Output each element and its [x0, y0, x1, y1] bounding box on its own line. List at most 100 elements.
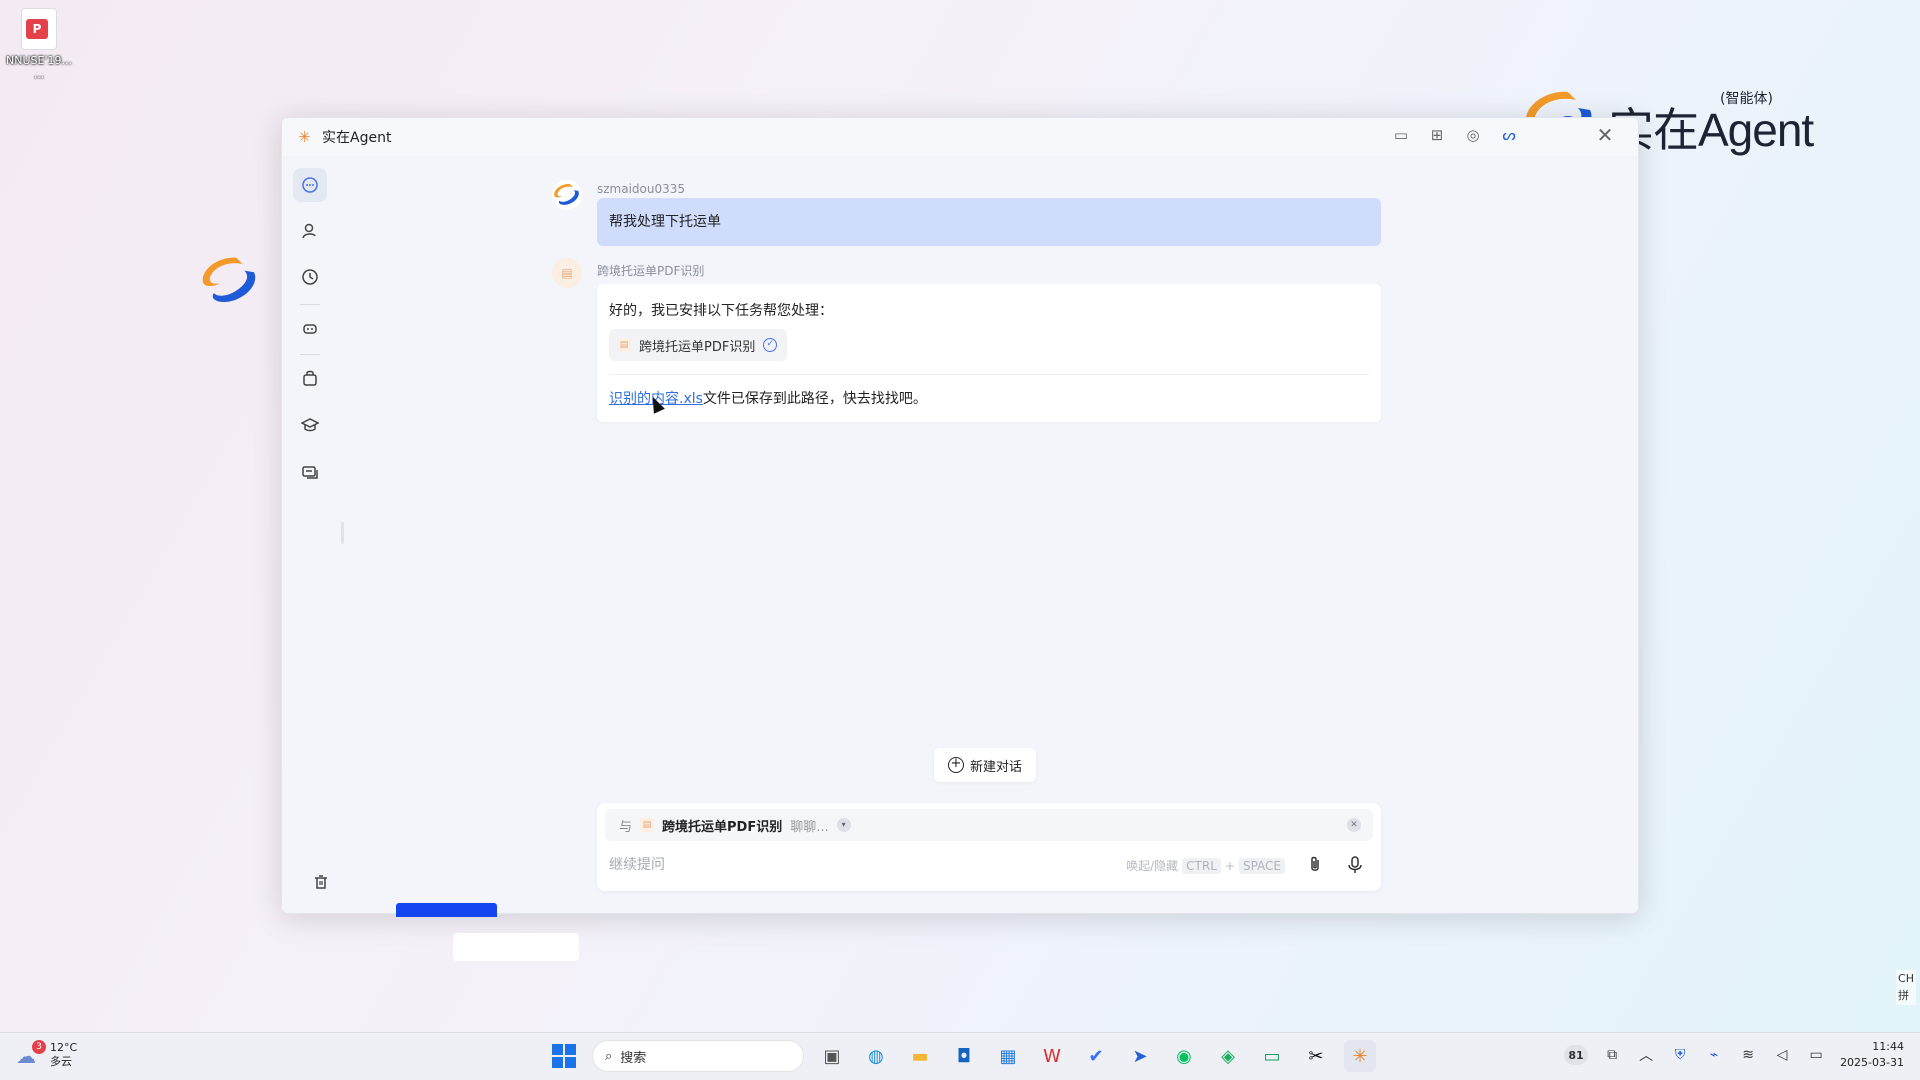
clock-date: 2025-03-31	[1840, 1056, 1904, 1069]
taskbar-apps: ⌕ 搜索 ▣ ◍ ▬ ◘ ▦ W ✔ ➤ ◉ ◈ ▭ ✂ ✳	[548, 1040, 1376, 1072]
wechat-icon[interactable]: ◉	[1168, 1040, 1200, 1072]
key-ctrl: CTRL	[1182, 857, 1221, 874]
weather-badge: 3	[32, 1040, 46, 1054]
new-chat-label: 新建对话	[970, 759, 1023, 775]
sidebar-item-store[interactable]	[293, 361, 327, 395]
ime-indicator[interactable]: CH 拼	[1896, 970, 1916, 1005]
monitor-icon[interactable]: ▭	[1392, 126, 1410, 144]
agent-doc-icon: ▤	[640, 818, 655, 832]
agent-intro-text: 好的，我已安排以下任务帮您处理：	[609, 303, 833, 319]
brand-swirl-icon	[554, 184, 579, 205]
sidebar-item-chat[interactable]	[293, 168, 327, 202]
composer: 与 ▤ 跨境托运单PDF识别 聊聊... ▾ ✕ 唤起/隐藏 CTRL + SP…	[597, 803, 1381, 891]
user-message-bubble: 帮我处理下托运单	[597, 198, 1381, 246]
bluetooth-icon[interactable]: ⌁	[1704, 1045, 1724, 1065]
file-saved-text: 文件已保存到此路径，快去找找吧。	[702, 391, 927, 407]
pdf-file-icon: P	[21, 8, 57, 50]
message-list-icon	[302, 466, 318, 479]
weather-desc: 多云	[50, 1055, 72, 1068]
pointer-app-icon[interactable]: ➤	[1124, 1040, 1156, 1072]
brand-mini-icon[interactable]: ᔕ	[1500, 126, 1518, 144]
search-icon: ⌕	[605, 1048, 613, 1064]
microphone-icon[interactable]	[1345, 855, 1365, 875]
sidebar-item-trash[interactable]	[304, 865, 338, 899]
task-doc-icon: ▤	[617, 338, 631, 352]
panel-resize-handle[interactable]	[341, 522, 344, 544]
weather-temp: 12°C	[50, 1041, 78, 1054]
desktop-file-pdf[interactable]: P NNUSE'19... ...	[6, 8, 72, 82]
bag-icon	[303, 370, 317, 386]
window-title: 实在Agent	[322, 130, 392, 146]
task-chip[interactable]: ▤ 跨境托运单PDF识别 ✓	[609, 329, 788, 361]
start-icon[interactable]	[548, 1040, 580, 1072]
system-tray: 81 ⧉ ︿ ⛨ ⌁ ≋ ◁ ▭ 11:44 2025-03-31	[1564, 1039, 1904, 1071]
chat-bubble-icon	[302, 177, 318, 193]
sidebar-item-history[interactable]	[293, 260, 327, 294]
app-logo-icon: ✳	[298, 128, 311, 146]
wps-icon[interactable]: W	[1036, 1040, 1068, 1072]
task-view-icon[interactable]: ▣	[816, 1040, 848, 1072]
capcut-icon[interactable]: ✂	[1300, 1040, 1332, 1072]
shield-icon[interactable]: ⛨	[1670, 1045, 1690, 1065]
green-app-icon[interactable]: ◈	[1212, 1040, 1244, 1072]
trash-icon	[315, 875, 327, 889]
key-plus: +	[1224, 858, 1235, 873]
store-icon[interactable]: ▦	[992, 1040, 1024, 1072]
sidebar-item-contacts[interactable]	[293, 214, 327, 248]
user-icon	[302, 223, 316, 239]
sidebar-item-robot[interactable]	[293, 311, 327, 345]
chat-label: 聊聊...	[790, 819, 829, 835]
agent-response-card: 好的，我已安排以下任务帮您处理： ▤ 跨境托运单PDF识别 ✓ 识别的内容.xl…	[597, 284, 1381, 422]
chevron-up-icon[interactable]: ︿	[1636, 1045, 1656, 1065]
user-avatar	[552, 180, 582, 210]
edge-icon[interactable]: ◍	[860, 1040, 892, 1072]
shortcut-hint: 唤起/隐藏 CTRL + SPACE	[1126, 857, 1285, 874]
agent-context-bar: 与 ▤ 跨境托运单PDF识别 聊聊... ▾ ✕	[605, 809, 1373, 841]
document-icon: ▤	[561, 266, 573, 280]
sidebar-item-learn[interactable]	[293, 408, 327, 442]
terminal-app-icon[interactable]: ▭	[1256, 1040, 1288, 1072]
title-actions: ▭ ⊞ ◎ ᔕ ✕	[1392, 123, 1614, 147]
outlook-icon[interactable]: ◘	[948, 1040, 980, 1072]
user-name: szmaidou0335	[597, 182, 686, 196]
agent-app-icon[interactable]: ✳	[1344, 1040, 1376, 1072]
chevron-down-icon[interactable]: ▾	[836, 818, 851, 832]
screenshot-icon[interactable]: ⧉	[1602, 1045, 1622, 1065]
agent-name: 跨境托运单PDF识别	[597, 264, 705, 278]
volume-icon[interactable]: ◁	[1772, 1045, 1792, 1065]
shortcut-hint-text: 唤起/隐藏	[1126, 859, 1179, 873]
clock[interactable]: 11:44 2025-03-31	[1840, 1039, 1904, 1071]
sidebar-divider	[300, 304, 320, 305]
sidebar-item-messages[interactable]	[293, 456, 327, 490]
settings-icon[interactable]: ◎	[1464, 126, 1482, 144]
cloud-icon: ☁ 3	[16, 1040, 46, 1068]
with-label: 与	[619, 819, 633, 835]
blue-overlay-bar	[396, 903, 497, 917]
agent-window: ✳ 实在Agent ▭ ⊞ ◎ ᔕ ✕ szmaidou0335 帮我处理下托运…	[281, 117, 1639, 914]
brand-swirl-icon	[202, 257, 256, 303]
sidebar-divider	[300, 354, 320, 355]
battery-badge[interactable]: 81	[1564, 1045, 1589, 1065]
task-chip-label: 跨境托运单PDF识别	[639, 339, 756, 355]
desktop-file-label: NNUSE'19... ...	[6, 54, 72, 81]
file-explorer-icon[interactable]: ▬	[904, 1040, 936, 1072]
context-agent-name: 跨境托运单PDF识别	[662, 819, 783, 835]
close-context-icon[interactable]: ✕	[1347, 818, 1361, 832]
white-overlay-block	[453, 933, 579, 961]
battery-icon[interactable]: ▭	[1806, 1045, 1826, 1065]
taskbar: ☁ 3 12°C 多云 ⌕ 搜索 ▣ ◍ ▬ ◘ ▦ W ✔ ➤ ◉ ◈ ▭ ✂ ✳ …	[0, 1032, 1920, 1080]
brand-logo-left	[198, 254, 278, 314]
lark-icon[interactable]: ✔	[1080, 1040, 1112, 1072]
search-placeholder: 搜索	[620, 1050, 647, 1066]
brand-subtitle: (智能体)	[1720, 91, 1773, 107]
robot-icon	[303, 324, 317, 334]
new-chat-button[interactable]: + 新建对话	[934, 748, 1037, 782]
close-window-icon[interactable]: ✕	[1596, 123, 1614, 147]
weather-widget[interactable]: ☁ 3 12°C 多云	[16, 1040, 78, 1069]
wifi-icon[interactable]: ≋	[1738, 1045, 1758, 1065]
clock-icon	[302, 269, 318, 285]
taskbar-search[interactable]: ⌕ 搜索	[592, 1040, 804, 1072]
gift-icon[interactable]: ⊞	[1428, 126, 1446, 144]
paperclip-icon[interactable]	[1305, 855, 1325, 875]
message-input[interactable]	[609, 857, 1029, 873]
